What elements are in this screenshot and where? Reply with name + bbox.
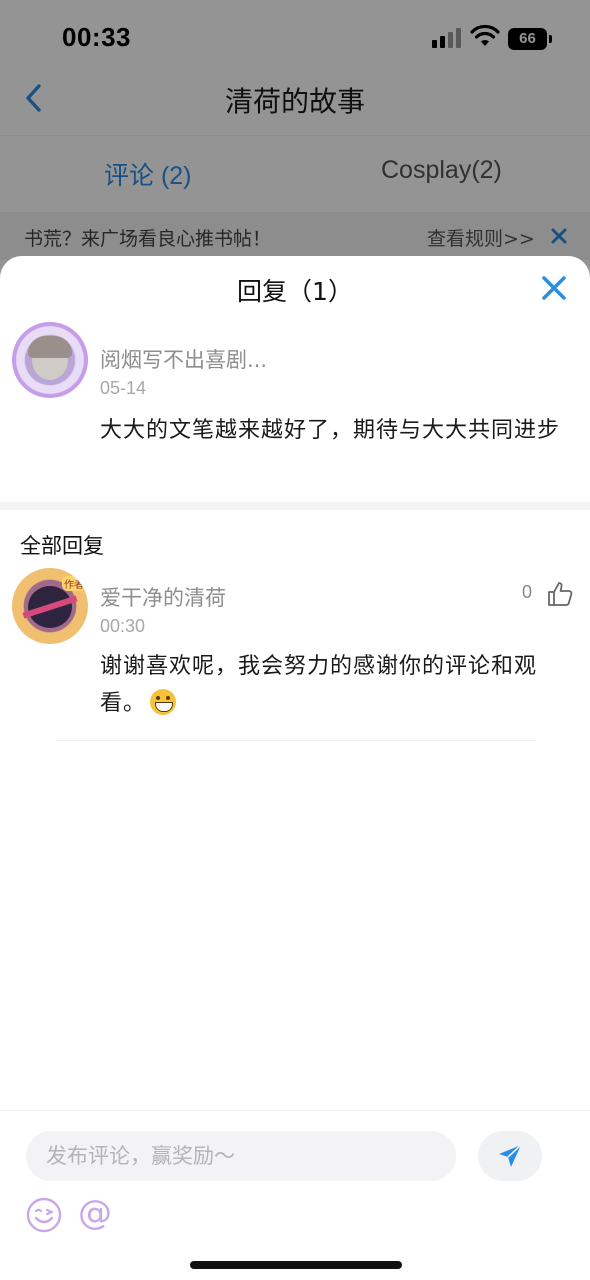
author-badge: 作者 bbox=[62, 576, 86, 591]
section-divider bbox=[0, 502, 590, 510]
modal-dim-overlay[interactable] bbox=[0, 0, 590, 300]
comment-input[interactable] bbox=[26, 1131, 456, 1181]
commenter-name[interactable]: 阅烟写不出喜剧... bbox=[100, 344, 267, 374]
reply-divider bbox=[56, 740, 536, 741]
reply-author-name[interactable]: 爱干净的清荷 bbox=[100, 582, 226, 612]
comment-date: 05-14 bbox=[100, 378, 147, 398]
sheet-title: 回复（1） bbox=[237, 277, 353, 306]
send-icon bbox=[499, 1144, 522, 1167]
send-button[interactable] bbox=[478, 1131, 542, 1181]
comment-text: 大大的文笔越来越好了，期待与大大共同进步 bbox=[100, 418, 561, 443]
reply-text: 谢谢喜欢呢，我会努力的感谢你的评论和观看。 bbox=[100, 648, 570, 722]
like-count: 0 bbox=[522, 582, 533, 602]
avatar[interactable] bbox=[12, 322, 88, 398]
author-avatar[interactable]: 作者 bbox=[12, 568, 88, 644]
home-indicator bbox=[190, 1261, 402, 1269]
reply-sheet: 回复（1） 阅烟写不出喜剧... 05-14 大大的文笔越来越好了，期待与大大共… bbox=[0, 256, 590, 1280]
emoji-picker-icon[interactable] bbox=[26, 1197, 62, 1233]
comment-input-bar: @ bbox=[0, 1110, 590, 1280]
mention-at-icon[interactable]: @ bbox=[78, 1193, 112, 1233]
grinning-face-emoji-icon bbox=[150, 689, 177, 715]
reply-date: 00:30 bbox=[100, 616, 146, 636]
thumbs-up-icon[interactable] bbox=[546, 580, 574, 608]
close-icon[interactable] bbox=[540, 274, 568, 302]
all-replies-heading: 全部回复 bbox=[20, 534, 104, 558]
